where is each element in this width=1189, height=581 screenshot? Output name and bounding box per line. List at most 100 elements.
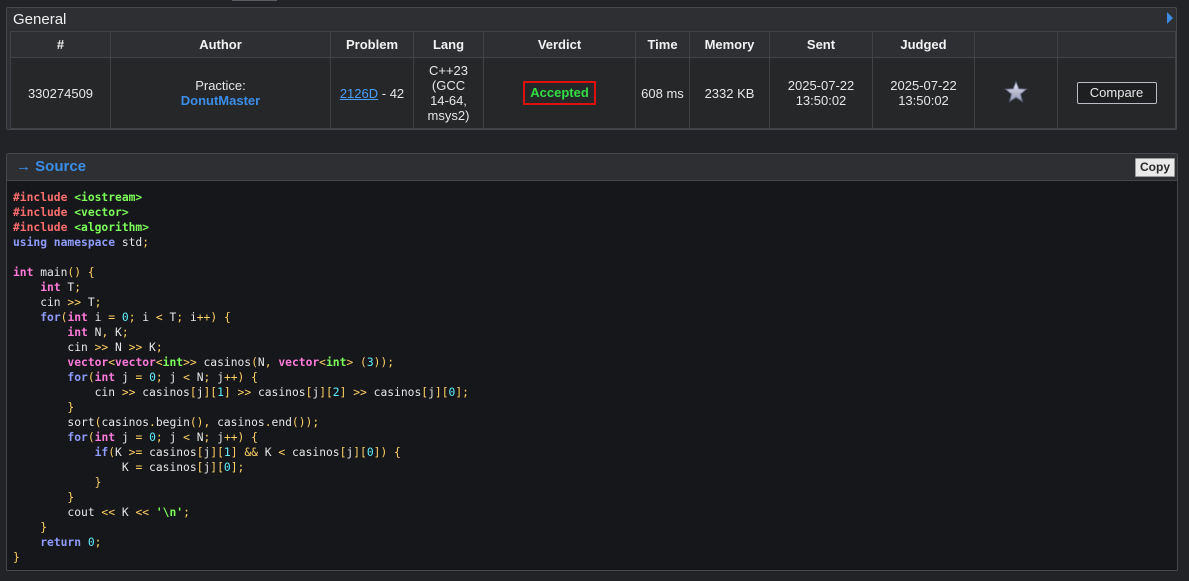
source-code[interactable]: #include <iostream> #include <vector> #inc… bbox=[13, 190, 469, 565]
problem-cell: 2126D - 42 bbox=[330, 57, 414, 129]
code-token: K bbox=[142, 341, 156, 354]
code-token: cin bbox=[13, 296, 68, 309]
code-token: [ bbox=[196, 446, 204, 459]
code-token: std bbox=[115, 236, 143, 249]
code-token: << bbox=[101, 506, 116, 519]
code-token: K bbox=[115, 506, 136, 519]
code-token: return bbox=[40, 536, 82, 549]
code-token: cin bbox=[13, 386, 122, 399]
code-token: 0 bbox=[366, 446, 374, 459]
code-line: int T; bbox=[13, 280, 469, 295]
code-token: } bbox=[13, 551, 20, 564]
code-token: '\n' bbox=[155, 506, 184, 519]
code-line: for(int i = 0; i < T; i++) { bbox=[13, 310, 469, 325]
code-token: . bbox=[264, 416, 272, 429]
code-token: ] bbox=[230, 446, 238, 459]
code-token: for bbox=[67, 431, 88, 444]
code-line: cout << K << '\n'; bbox=[13, 505, 469, 520]
code-token: ][ bbox=[210, 446, 224, 459]
code-token: j bbox=[210, 431, 224, 444]
source-title[interactable]: → Source bbox=[16, 158, 86, 175]
code-token: N bbox=[189, 431, 204, 444]
code-token: >> bbox=[121, 386, 136, 399]
code-token: ++) { bbox=[223, 431, 258, 444]
col-author: Author bbox=[110, 31, 331, 58]
code-token: K bbox=[13, 461, 136, 474]
code-line: #include <iostream> bbox=[13, 190, 469, 205]
code-token: >> bbox=[94, 341, 109, 354]
code-token: casinos bbox=[285, 446, 340, 459]
col-lang: Lang bbox=[413, 31, 484, 58]
code-token: 1 bbox=[223, 446, 231, 459]
code-token: if bbox=[94, 446, 109, 459]
code-token: casinos bbox=[196, 356, 252, 369]
code-token: && bbox=[244, 446, 258, 459]
code-token: 0 bbox=[87, 536, 95, 549]
code-token: ][ bbox=[203, 386, 218, 399]
code-line: } bbox=[13, 550, 469, 565]
code-token: ][ bbox=[319, 386, 333, 399]
judged-date: 2025-07-22 bbox=[890, 78, 957, 93]
code-token: casinos bbox=[142, 446, 197, 459]
code-token: ; bbox=[155, 431, 163, 444]
author-link[interactable]: DonutMaster bbox=[113, 93, 328, 108]
code-line: } bbox=[13, 520, 469, 535]
code-token: << bbox=[135, 506, 150, 519]
memory-cell: 2332 KB bbox=[689, 57, 770, 129]
code-token: T bbox=[81, 296, 95, 309]
arrow-right-icon: → bbox=[16, 158, 31, 175]
code-token: N bbox=[108, 341, 129, 354]
code-token: , bbox=[264, 356, 272, 369]
copy-button[interactable]: Copy bbox=[1135, 158, 1175, 177]
star-icon[interactable] bbox=[1004, 79, 1028, 104]
judged-cell: 2025-07-22 13:50:02 bbox=[872, 57, 975, 129]
code-token: end bbox=[271, 416, 292, 429]
code-token: ; bbox=[155, 341, 163, 354]
code-token: int bbox=[40, 281, 61, 294]
code-token: for bbox=[67, 371, 88, 384]
code-token: T bbox=[60, 281, 75, 294]
code-token: 0 bbox=[149, 371, 156, 384]
code-line: if(K >= casinos[j][1] && K < casinos[j][… bbox=[13, 445, 469, 460]
code-token: >> bbox=[183, 356, 197, 369]
code-token: ]; bbox=[230, 461, 245, 474]
col-memory: Memory bbox=[689, 31, 770, 58]
code-token: >> bbox=[353, 386, 367, 399]
code-token: casinos bbox=[251, 386, 306, 399]
code-line: vector<vector<int>> casinos(N, vector<in… bbox=[13, 355, 469, 370]
code-token: cin bbox=[13, 341, 95, 354]
code-token: j bbox=[428, 386, 435, 399]
col-sent: Sent bbox=[769, 31, 873, 58]
code-token: K bbox=[257, 446, 279, 459]
code-token: N bbox=[87, 326, 102, 339]
code-token: casinos bbox=[135, 386, 190, 399]
compare-button[interactable]: Compare bbox=[1076, 82, 1157, 104]
col-time: Time bbox=[635, 31, 690, 58]
code-line: } bbox=[13, 490, 469, 505]
code-token: ; bbox=[94, 536, 102, 549]
code-token: i bbox=[183, 311, 197, 324]
code-token: int bbox=[94, 431, 116, 444]
problem-link[interactable]: 2126D bbox=[340, 86, 378, 101]
code-token: ; bbox=[155, 371, 163, 384]
code-line: #include <vector> bbox=[13, 205, 469, 220]
lang-line: C++23 bbox=[428, 63, 469, 78]
code-token: 0 bbox=[121, 311, 129, 324]
code-token: casinos bbox=[210, 416, 265, 429]
code-token: >> bbox=[128, 341, 143, 354]
triangle-right-icon[interactable] bbox=[1167, 12, 1173, 24]
code-token: 0 bbox=[149, 431, 156, 444]
code-token: casinos bbox=[101, 416, 150, 429]
code-token: T bbox=[162, 311, 177, 324]
